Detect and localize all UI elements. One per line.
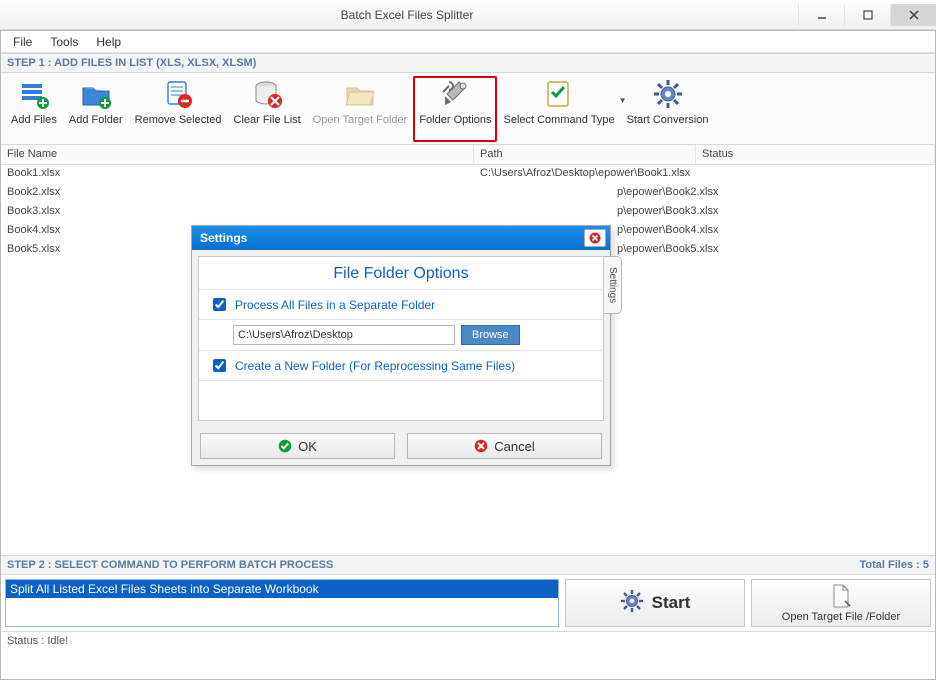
folder-options-icon xyxy=(439,78,471,110)
toolbar: Add Files Add Folder Remove Selected Cle… xyxy=(1,73,935,145)
step2-label-row: STEP 2 : SELECT COMMAND TO PERFORM BATCH… xyxy=(1,555,935,575)
add-files-label: Add Files xyxy=(11,114,57,126)
cancel-label: Cancel xyxy=(494,439,534,454)
step1-label: STEP 1 : ADD FILES IN LIST (XLS, XLSX, X… xyxy=(1,53,935,73)
menu-help[interactable]: Help xyxy=(96,35,121,49)
clear-list-button[interactable]: Clear File List xyxy=(228,76,307,142)
cancel-button[interactable]: Cancel xyxy=(407,433,602,459)
close-button[interactable] xyxy=(890,4,936,26)
step2-label: STEP 2 : SELECT COMMAND TO PERFORM BATCH… xyxy=(7,559,333,571)
open-target-file-button[interactable]: Open Target File /Folder xyxy=(751,579,931,627)
titlebar: Batch Excel Files Splitter xyxy=(0,0,936,30)
add-folder-icon xyxy=(80,78,112,110)
new-folder-label: Create a New Folder (For Reprocessing Sa… xyxy=(235,359,515,373)
select-command-button[interactable]: ▼ Select Command Type xyxy=(497,76,620,142)
dialog-button-row: OK Cancel xyxy=(192,427,610,465)
dialog-heading: File Folder Options xyxy=(199,263,603,289)
add-files-icon xyxy=(18,78,50,110)
table-row[interactable]: Book2.xlsxp\epower\Book2.xlsx xyxy=(1,184,935,203)
dialog-title: Settings xyxy=(200,231,247,245)
folder-options-button[interactable]: Folder Options xyxy=(413,76,497,142)
browse-button[interactable]: Browse xyxy=(461,325,520,345)
start-conversion-label: Start Conversion xyxy=(627,114,709,126)
maximize-button[interactable] xyxy=(844,4,890,26)
file-icon xyxy=(831,584,851,611)
start-label: Start xyxy=(652,593,691,613)
minimize-button[interactable] xyxy=(798,4,844,26)
menu-bar: File Tools Help xyxy=(1,31,935,53)
table-row[interactable]: Book1.xlsxC:\Users\Afroz\Desktop\epower\… xyxy=(1,165,935,184)
window-title: Batch Excel Files Splitter xyxy=(16,8,798,22)
menu-tools[interactable]: Tools xyxy=(50,35,78,49)
col-filename[interactable]: File Name xyxy=(1,145,474,164)
menu-file[interactable]: File xyxy=(13,35,32,49)
dialog-titlebar: Settings xyxy=(192,226,610,250)
add-files-button[interactable]: Add Files xyxy=(5,76,63,142)
step2-row: Split All Listed Excel Files Sheets into… xyxy=(1,575,935,631)
table-row[interactable]: Book3.xlsxp\epower\Book3.xlsx xyxy=(1,203,935,222)
new-folder-checkbox[interactable] xyxy=(213,359,226,372)
add-folder-button[interactable]: Add Folder xyxy=(63,76,129,142)
separate-folder-label: Process All Files in a Separate Folder xyxy=(235,298,435,312)
status-bar: Status : Idle! xyxy=(1,631,935,651)
folder-options-label: Folder Options xyxy=(419,114,491,126)
open-target-label: Open Target Folder xyxy=(313,114,408,126)
total-files-label: Total Files : 5 xyxy=(860,559,929,571)
start-button[interactable]: Start xyxy=(565,579,745,627)
clear-list-label: Clear File List xyxy=(234,114,301,126)
option-separate-folder-row: Process All Files in a Separate Folder xyxy=(199,289,603,319)
selected-command[interactable]: Split All Listed Excel Files Sheets into… xyxy=(6,580,558,598)
list-header: File Name Path Status xyxy=(1,145,935,165)
option-new-folder-row: Create a New Folder (For Reprocessing Sa… xyxy=(199,350,603,380)
output-path-input[interactable] xyxy=(233,325,455,345)
gear-icon xyxy=(652,78,684,110)
path-row: Browse xyxy=(199,319,603,350)
settings-side-tab[interactable]: Settings xyxy=(604,256,622,314)
ok-label: OK xyxy=(298,439,317,454)
client-area: File Tools Help STEP 1 : ADD FILES IN LI… xyxy=(0,30,936,680)
open-target-button[interactable]: Open Target Folder xyxy=(307,76,414,142)
status-text: Status : Idle! xyxy=(7,635,68,647)
remove-selected-icon xyxy=(162,78,194,110)
command-listbox[interactable]: Split All Listed Excel Files Sheets into… xyxy=(5,579,559,627)
select-command-icon xyxy=(543,78,575,110)
gear-icon xyxy=(620,589,644,618)
remove-selected-label: Remove Selected xyxy=(135,114,222,126)
remove-selected-button[interactable]: Remove Selected xyxy=(129,76,228,142)
open-folder-icon xyxy=(344,78,376,110)
separate-folder-checkbox[interactable] xyxy=(213,298,226,311)
open-target-file-label: Open Target File /Folder xyxy=(782,611,900,623)
dialog-spacer xyxy=(199,380,603,420)
start-conversion-button[interactable]: Start Conversion xyxy=(621,76,715,142)
select-command-label: Select Command Type xyxy=(503,114,614,126)
settings-dialog: Settings Settings File Folder Options Pr… xyxy=(191,225,611,466)
col-path[interactable]: Path xyxy=(474,145,696,164)
ok-button[interactable]: OK xyxy=(200,433,395,459)
col-status[interactable]: Status xyxy=(696,145,935,164)
add-folder-label: Add Folder xyxy=(69,114,123,126)
dialog-body: Settings File Folder Options Process All… xyxy=(198,256,604,421)
clear-list-icon xyxy=(251,78,283,110)
dialog-close-button[interactable] xyxy=(584,229,606,247)
